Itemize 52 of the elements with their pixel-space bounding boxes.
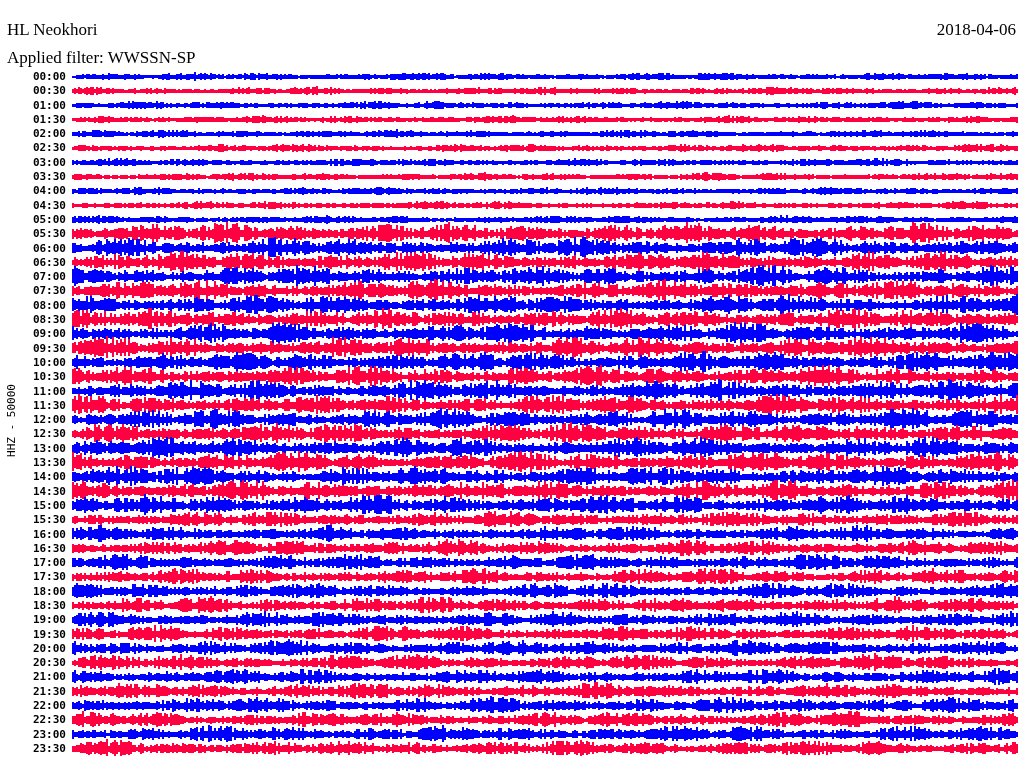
time-label: 01:30 (31, 112, 66, 128)
time-label: 19:00 (31, 613, 66, 628)
time-label: 10:30 (31, 370, 66, 385)
time-label: 07:30 (31, 284, 66, 299)
time-label: 04:00 (31, 184, 66, 199)
time-label: 04:30 (31, 198, 66, 213)
time-label: 12:00 (31, 413, 66, 428)
time-label: 13:00 (31, 441, 66, 456)
time-label: 05:30 (31, 227, 66, 242)
time-label: 16:00 (31, 527, 66, 542)
time-label: 19:30 (31, 627, 66, 642)
time-label: 14:00 (31, 470, 66, 485)
channel-label: HHZ - 50000 (4, 383, 18, 457)
filter-label: Applied filter: WWSSN-SP (6, 47, 197, 68)
time-label: 07:00 (31, 270, 66, 285)
station-name: HL Neokhori (7, 20, 98, 40)
time-label: 21:30 (31, 684, 66, 700)
time-label: 06:30 (31, 255, 66, 271)
time-label: 05:00 (31, 212, 66, 228)
time-label: 11:30 (31, 398, 66, 414)
time-label: 15:30 (31, 513, 66, 528)
time-label: 08:30 (31, 313, 66, 328)
time-label: 14:30 (31, 484, 66, 499)
time-label: 22:30 (31, 713, 66, 728)
time-label: 15:00 (31, 498, 66, 514)
time-label: 02:30 (31, 141, 66, 156)
date-label: 2018-04-06 (936, 20, 1016, 40)
time-label: 00:00 (31, 70, 66, 85)
time-label: 16:30 (31, 541, 66, 557)
time-label: 20:30 (31, 656, 66, 671)
time-label: 03:30 (31, 170, 66, 185)
time-label: 20:00 (31, 641, 66, 657)
time-label: 03:00 (31, 155, 66, 171)
time-label: 08:00 (31, 298, 66, 314)
time-label: 10:00 (31, 355, 66, 371)
time-label: 12:30 (31, 427, 66, 442)
time-label: 06:00 (31, 241, 66, 256)
time-label: 09:00 (31, 327, 66, 342)
time-label: 02:00 (31, 127, 66, 142)
time-label: 13:30 (31, 456, 66, 471)
time-label: 22:00 (31, 699, 66, 714)
time-label: 18:30 (31, 599, 66, 614)
time-label: 09:30 (31, 341, 66, 356)
time-label: 18:00 (31, 584, 66, 599)
time-label: 11:00 (31, 384, 66, 399)
time-label: 01:00 (31, 98, 66, 113)
time-label: 17:30 (31, 570, 66, 585)
time-label: 23:30 (31, 741, 66, 757)
time-label: 00:30 (31, 84, 66, 99)
time-label: 23:00 (31, 727, 66, 742)
time-label: 17:00 (31, 556, 66, 571)
time-label: 21:00 (31, 670, 66, 685)
